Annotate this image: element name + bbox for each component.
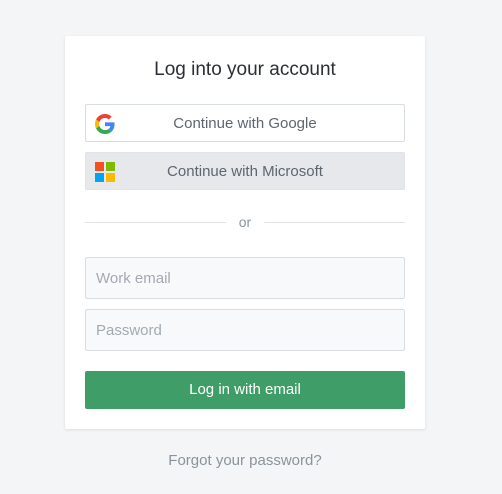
microsoft-icon xyxy=(95,162,115,182)
google-icon xyxy=(95,114,115,134)
continue-with-google-button[interactable]: Continue with Google xyxy=(85,104,405,142)
log-in-with-email-button[interactable]: Log in with email xyxy=(85,371,405,409)
work-email-input[interactable] xyxy=(85,257,405,299)
forgot-password-link[interactable]: Forgot your password? xyxy=(0,452,490,469)
microsoft-button-label: Continue with Microsoft xyxy=(167,162,323,180)
login-card: Log into your account Continue with Goog… xyxy=(65,36,425,429)
google-button-label: Continue with Google xyxy=(173,114,317,132)
page-title: Log into your account xyxy=(154,59,336,80)
or-divider: or xyxy=(85,212,405,232)
continue-with-microsoft-button[interactable]: Continue with Microsoft xyxy=(85,152,405,190)
divider-line-right xyxy=(264,222,405,223)
password-input[interactable] xyxy=(85,309,405,351)
